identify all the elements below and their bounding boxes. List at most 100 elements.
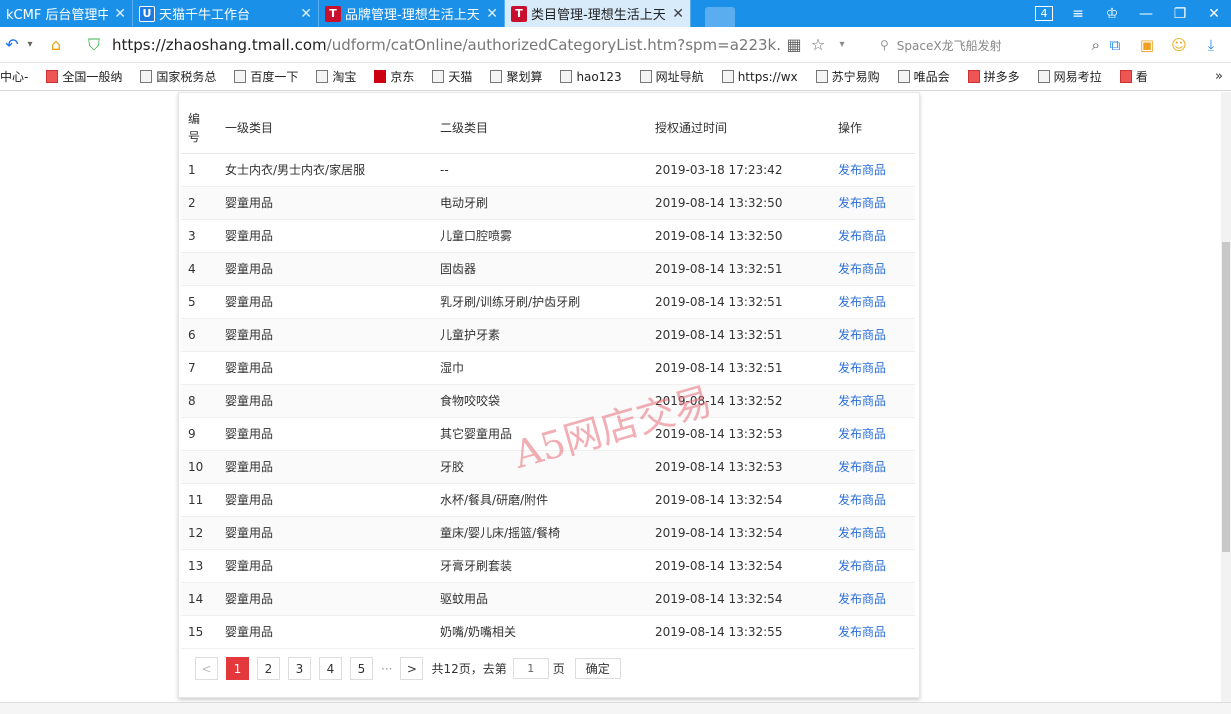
chevron-down-icon[interactable]: ▾	[24, 39, 36, 50]
publish-product-link[interactable]: 发布商品	[831, 186, 915, 220]
page-button[interactable]: 3	[288, 657, 311, 680]
publish-product-link[interactable]: 发布商品	[831, 153, 915, 187]
new-tab-button[interactable]	[705, 7, 735, 27]
smiley-icon[interactable]: ☺	[1163, 36, 1195, 54]
publish-product-link[interactable]: 发布商品	[831, 219, 915, 253]
publish-product-link[interactable]: 发布商品	[831, 450, 915, 484]
page-button[interactable]: 1	[226, 657, 249, 680]
tab-brand-management[interactable]: T 品牌管理-理想生活上天 ✕	[319, 0, 505, 27]
cell-level1-category: 婴童用品	[218, 219, 433, 253]
url-field[interactable]: https://zhaoshang.tmall.com/udform/catOn…	[112, 36, 782, 54]
bookmark-item[interactable]: 拼多多	[967, 68, 1020, 85]
cell-level1-category: 婴童用品	[218, 252, 433, 286]
cell-level1-category: 婴童用品	[218, 582, 433, 616]
cell-level2-category: 电动牙刷	[433, 186, 648, 220]
cell-authorized-time: 2019-08-14 13:32:51	[648, 285, 831, 319]
cell-level1-category: 婴童用品	[218, 285, 433, 319]
tab-count-badge[interactable]: 4	[1035, 6, 1053, 21]
table-body: 1 女士内衣/男士内衣/家居服 -- 2019-03-18 17:23:42 发布商品 2…	[181, 153, 915, 649]
close-window-icon[interactable]: ✕	[1197, 6, 1231, 22]
menu-icon[interactable]: ≡	[1061, 6, 1095, 22]
restore-icon[interactable]: ❐	[1163, 6, 1197, 22]
bookmark-item[interactable]: 国家税务总	[140, 68, 216, 85]
publish-product-link[interactable]: 发布商品	[831, 483, 915, 517]
cell-number: 3	[181, 219, 218, 253]
bookmark-item[interactable]: 京东	[374, 68, 414, 85]
minimize-icon[interactable]: —	[1129, 6, 1163, 22]
extension-icon[interactable]: ▣	[1131, 36, 1163, 54]
page-button[interactable]: 4	[319, 657, 342, 680]
table-row: 11 婴童用品 水杯/餐具/研磨/附件 2019-08-14 13:32:54 发布商品	[181, 483, 915, 517]
download-icon[interactable]: ⤓	[1195, 36, 1227, 54]
translate-icon[interactable]: ⧉	[1099, 36, 1131, 54]
publish-product-link[interactable]: 发布商品	[831, 318, 915, 352]
cell-level2-category: 奶嘴/奶嘴相关	[433, 615, 648, 649]
page-button[interactable]: 2	[257, 657, 280, 680]
cell-level1-category: 婴童用品	[218, 516, 433, 550]
tab-cmf[interactable]: kCMF 后台管理中心 ✕	[0, 0, 133, 27]
confirm-button[interactable]: 确定	[574, 658, 621, 679]
bookmark-item[interactable]: 网易考拉	[1037, 68, 1102, 85]
bookmark-item[interactable]: 唯品会	[897, 68, 950, 85]
more-bookmarks-icon[interactable]: »	[1215, 69, 1223, 84]
scrollbar-thumb[interactable]	[1222, 242, 1230, 552]
close-icon[interactable]: ✕	[300, 7, 312, 21]
bookmark-item[interactable]: hao123	[560, 70, 622, 84]
publish-product-link[interactable]: 发布商品	[831, 351, 915, 385]
bookmark-item[interactable]: 淘宝	[316, 68, 356, 85]
page-icon	[815, 70, 828, 83]
bookmark-item[interactable]: 网址导航	[639, 68, 704, 85]
star-icon[interactable]: ☆	[806, 35, 830, 54]
vertical-scrollbar[interactable]	[1221, 92, 1231, 702]
publish-product-link[interactable]: 发布商品	[831, 615, 915, 649]
skin-icon[interactable]: ♔	[1095, 6, 1129, 22]
qr-icon[interactable]: ▦	[782, 35, 806, 54]
tab-title: 天猫千牛工作台	[159, 8, 251, 23]
next-page-button[interactable]: >	[400, 657, 424, 680]
cell-level2-category: 童床/婴儿床/摇篮/餐椅	[433, 516, 648, 550]
cell-number: 13	[181, 549, 218, 583]
close-icon[interactable]: ✕	[486, 7, 498, 21]
cell-level1-category: 婴童用品	[218, 186, 433, 220]
close-icon[interactable]: ✕	[672, 7, 684, 21]
bookmark-item[interactable]: 中心-	[0, 68, 28, 85]
prev-page-button[interactable]: <	[195, 657, 218, 680]
bookmark-item[interactable]: 全国一般纳	[46, 68, 122, 85]
publish-product-link[interactable]: 发布商品	[831, 252, 915, 286]
bookmark-item[interactable]: 聚划算	[490, 68, 542, 85]
table-row: 2 婴童用品 电动牙刷 2019-08-14 13:32:50 发布商品	[181, 186, 915, 220]
cell-authorized-time: 2019-08-14 13:32:54	[648, 516, 831, 550]
publish-product-link[interactable]: 发布商品	[831, 516, 915, 550]
page-icon	[897, 70, 910, 83]
tab-qianniu[interactable]: U 天猫千牛工作台 ✕	[133, 0, 319, 27]
table-row: 15 婴童用品 奶嘴/奶嘴相关 2019-08-14 13:32:55 发布商品	[181, 615, 915, 649]
tab-category-management[interactable]: T 类目管理-理想生活上天 ✕	[505, 0, 691, 27]
cell-level2-category: 食物咬咬袋	[433, 384, 648, 418]
search-box[interactable]: ⚲ SpaceX龙飞船发射 ⌕	[880, 32, 1100, 58]
publish-product-link[interactable]: 发布商品	[831, 384, 915, 418]
chevron-down-icon[interactable]: ▾	[830, 39, 854, 50]
bookmark-item[interactable]: 看	[1119, 68, 1148, 85]
cell-level1-category: 婴童用品	[218, 384, 433, 418]
bookmark-item[interactable]: 天猫	[432, 68, 472, 85]
publish-product-link[interactable]: 发布商品	[831, 582, 915, 616]
publish-product-link[interactable]: 发布商品	[831, 549, 915, 583]
cell-authorized-time: 2019-08-14 13:32:54	[648, 582, 831, 616]
search-input[interactable]: SpaceX龙飞船发射	[897, 37, 1002, 54]
bookmark-item[interactable]: 苏宁易购	[815, 68, 880, 85]
goto-page-input[interactable]: 1	[512, 658, 549, 679]
back-icon[interactable]: ↶	[0, 35, 24, 54]
publish-product-link[interactable]: 发布商品	[831, 417, 915, 451]
bookmark-item[interactable]: 百度一下	[234, 68, 298, 85]
bookmark-icon	[46, 70, 59, 83]
cell-number: 4	[181, 252, 218, 286]
table-row: 6 婴童用品 儿童护牙素 2019-08-14 13:32:51 发布商品	[181, 318, 915, 352]
page-button[interactable]: 5	[350, 657, 373, 680]
tab-title: kCMF 后台管理中心	[6, 8, 109, 23]
cell-authorized-time: 2019-08-14 13:32:50	[648, 219, 831, 253]
publish-product-link[interactable]: 发布商品	[831, 285, 915, 319]
bookmark-item[interactable]: https://wx	[721, 70, 798, 84]
close-icon[interactable]: ✕	[114, 7, 126, 21]
home-icon[interactable]: ⌂	[44, 35, 68, 54]
toolbar-icons: ⧉ ▣ ☺ ⤓	[1099, 27, 1227, 63]
